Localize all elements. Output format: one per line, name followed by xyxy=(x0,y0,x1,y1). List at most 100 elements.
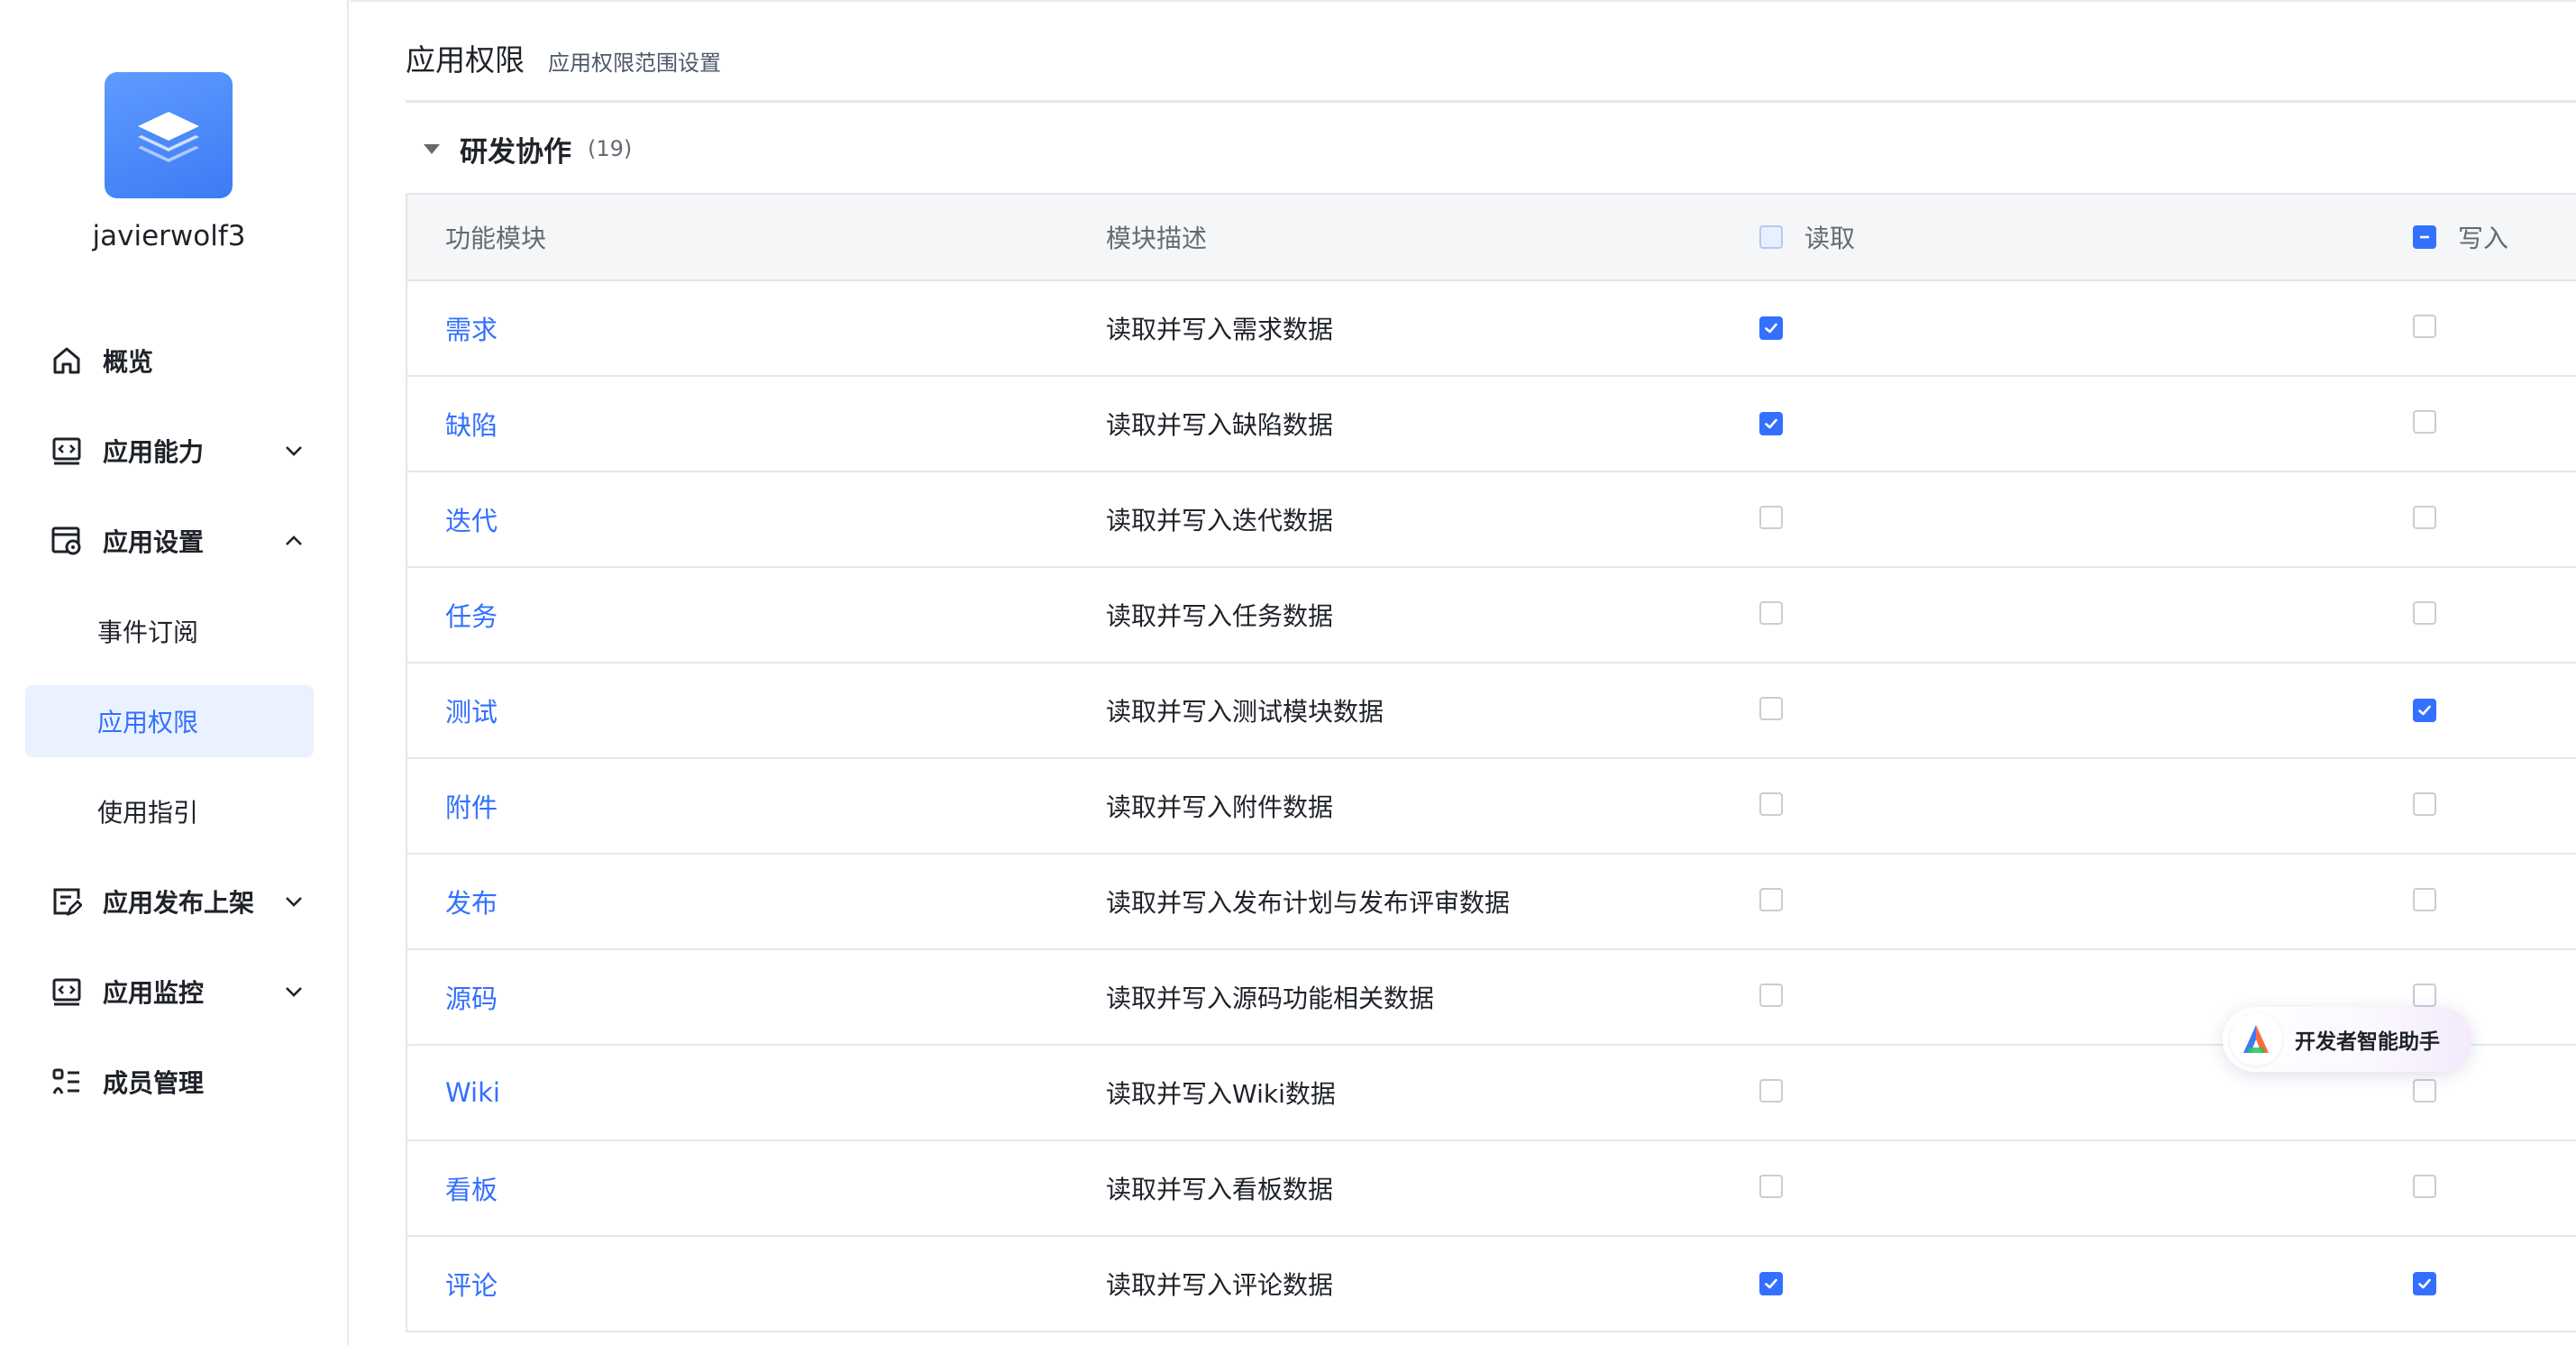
write-checkbox[interactable] xyxy=(2413,888,2436,911)
sidebar-item-label: 应用发布上架 xyxy=(103,888,255,918)
module-description: 读取并写入缺陷数据 xyxy=(1106,410,1334,440)
module-link[interactable]: 缺陷 xyxy=(445,405,498,443)
module-link[interactable]: 测试 xyxy=(445,691,498,729)
permissions-table: 功能模块 模块描述 读取 写入 需求 读取并写入需求数据缺陷 读取并写入缺陷数据迭代… xyxy=(406,193,2576,1332)
module-description: 读取并写入源码功能相关数据 xyxy=(1106,984,1435,1013)
module-description: 读取并写入迭代数据 xyxy=(1106,506,1334,535)
module-description: 读取并写入看板数据 xyxy=(1106,1175,1334,1204)
read-checkbox[interactable] xyxy=(1759,792,1783,816)
read-checkbox[interactable] xyxy=(1759,984,1783,1007)
module-link[interactable]: 看板 xyxy=(445,1169,498,1207)
sidebar-item-app-monitoring[interactable]: 应用监控 xyxy=(25,956,314,1028)
table-header: 功能模块 模块描述 读取 写入 xyxy=(406,193,2576,281)
read-checkbox[interactable] xyxy=(1759,1272,1783,1295)
top-border xyxy=(351,0,2576,2)
page-title: 应用权限 xyxy=(406,42,525,78)
table-row: 附件 读取并写入附件数据 xyxy=(406,759,2576,855)
column-header-description: 模块描述 xyxy=(1106,224,1208,253)
page-header: 应用权限 应用权限范围设置 xyxy=(406,36,721,79)
module-link[interactable]: 任务 xyxy=(445,596,498,634)
sidebar-item-app-publish[interactable]: 应用发布上架 xyxy=(25,865,314,938)
table-row: 看板 读取并写入看板数据 xyxy=(406,1141,2576,1237)
module-link[interactable]: 需求 xyxy=(445,309,498,347)
module-description: 读取并写入评论数据 xyxy=(1106,1270,1334,1300)
select-all-write-checkbox[interactable] xyxy=(2413,225,2436,249)
publish-icon xyxy=(49,883,85,920)
sidebar-item-label: 概览 xyxy=(103,347,154,377)
read-label: 读取 xyxy=(1804,224,1856,253)
app-root: javierwolf3 概览 应用能力 应用设置 事件订阅 应用权限 使用指引 … xyxy=(0,0,2576,1345)
write-checkbox[interactable] xyxy=(2413,984,2436,1007)
app-logo xyxy=(105,72,233,198)
sidebar-item-member-management[interactable]: 成员管理 xyxy=(25,1046,314,1118)
member-list-icon xyxy=(49,1064,85,1100)
chevron-down-icon xyxy=(286,897,302,907)
sidebar-item-overview[interactable]: 概览 xyxy=(25,325,314,397)
chevron-down-icon xyxy=(286,987,302,997)
sidebar-nav: 概览 应用能力 应用设置 事件订阅 应用权限 使用指引 应用发布上架 应用监控 … xyxy=(25,325,314,1136)
read-checkbox[interactable] xyxy=(1759,1079,1783,1103)
developer-assistant-button[interactable]: 开发者智能助手 xyxy=(2223,1007,2471,1072)
sidebar-item-app-permissions[interactable]: 应用权限 xyxy=(25,685,314,757)
sidebar-item-app-capability[interactable]: 应用能力 xyxy=(25,415,314,487)
table-body: 需求 读取并写入需求数据 缺陷 读取并写入缺陷数据 迭代 读取并写入迭代数据 任务 读取并写入… xyxy=(406,281,2576,1332)
write-checkbox[interactable] xyxy=(2413,1175,2436,1198)
home-icon xyxy=(49,343,85,379)
sidebar: javierwolf3 概览 应用能力 应用设置 事件订阅 应用权限 使用指引 … xyxy=(0,0,349,1345)
select-all-read-checkbox[interactable] xyxy=(1759,225,1783,249)
read-checkbox[interactable] xyxy=(1759,316,1783,340)
read-checkbox[interactable] xyxy=(1759,412,1783,435)
module-description: 读取并写入任务数据 xyxy=(1106,601,1334,631)
assistant-label: 开发者智能助手 xyxy=(2295,1030,2440,1054)
write-checkbox[interactable] xyxy=(2413,506,2436,529)
write-checkbox[interactable] xyxy=(2413,315,2436,338)
sidebar-item-app-settings[interactable]: 应用设置 xyxy=(25,505,314,577)
write-checkbox[interactable] xyxy=(2413,792,2436,816)
column-header-module: 功能模块 xyxy=(445,224,547,253)
table-row: 缺陷 读取并写入缺陷数据 xyxy=(406,377,2576,472)
table-row: 评论 读取并写入评论数据 xyxy=(406,1237,2576,1332)
write-checkbox[interactable] xyxy=(2413,1079,2436,1103)
read-checkbox[interactable] xyxy=(1759,888,1783,911)
section-header-rd-collaboration[interactable]: 研发协作 (19) xyxy=(424,126,632,171)
read-checkbox[interactable] xyxy=(1759,506,1783,529)
write-checkbox[interactable] xyxy=(2413,699,2436,722)
section-title: 研发协作 xyxy=(460,135,571,169)
sidebar-item-usage-guide[interactable]: 使用指引 xyxy=(25,775,314,847)
app-name: javierwolf3 xyxy=(92,220,246,252)
module-link[interactable]: 评论 xyxy=(445,1265,498,1303)
chevron-up-icon xyxy=(286,535,302,545)
module-description: 读取并写入需求数据 xyxy=(1106,315,1334,344)
monitor-icon xyxy=(49,974,85,1010)
table-row: 迭代 读取并写入迭代数据 xyxy=(406,472,2576,568)
column-header-read: 读取 xyxy=(1759,219,1855,255)
read-checkbox[interactable] xyxy=(1759,697,1783,720)
write-checkbox[interactable] xyxy=(2413,1272,2436,1295)
column-header-write: 写入 xyxy=(2413,219,2508,255)
module-description: 读取并写入Wiki数据 xyxy=(1106,1079,1336,1109)
table-row: 发布 读取并写入发布计划与发布评审数据 xyxy=(406,855,2576,950)
page-subtitle: 应用权限范围设置 xyxy=(548,50,721,76)
header-divider xyxy=(406,100,2576,103)
section-count: (19) xyxy=(588,136,633,161)
settings-window-icon xyxy=(49,523,85,559)
code-window-icon xyxy=(49,433,85,469)
caret-down-icon xyxy=(424,143,440,154)
module-link[interactable]: 迭代 xyxy=(445,500,498,538)
table-row: 测试 读取并写入测试模块数据 xyxy=(406,663,2576,759)
sidebar-item-label: 应用设置 xyxy=(103,527,205,557)
read-checkbox[interactable] xyxy=(1759,601,1783,625)
chevron-down-icon xyxy=(286,446,302,456)
sidebar-item-event-subscription[interactable]: 事件订阅 xyxy=(25,595,314,667)
read-checkbox[interactable] xyxy=(1759,1175,1783,1198)
module-link[interactable]: 附件 xyxy=(445,787,498,825)
module-link[interactable]: 源码 xyxy=(445,978,498,1016)
write-checkbox[interactable] xyxy=(2413,601,2436,625)
write-checkbox[interactable] xyxy=(2413,410,2436,434)
module-description: 读取并写入测试模块数据 xyxy=(1106,697,1384,727)
module-link[interactable]: Wiki xyxy=(445,1077,500,1108)
table-row: 需求 读取并写入需求数据 xyxy=(406,281,2576,377)
module-description: 读取并写入发布计划与发布评审数据 xyxy=(1106,888,1511,918)
module-link[interactable]: 发布 xyxy=(445,883,498,920)
sidebar-item-label: 应用监控 xyxy=(103,978,205,1008)
